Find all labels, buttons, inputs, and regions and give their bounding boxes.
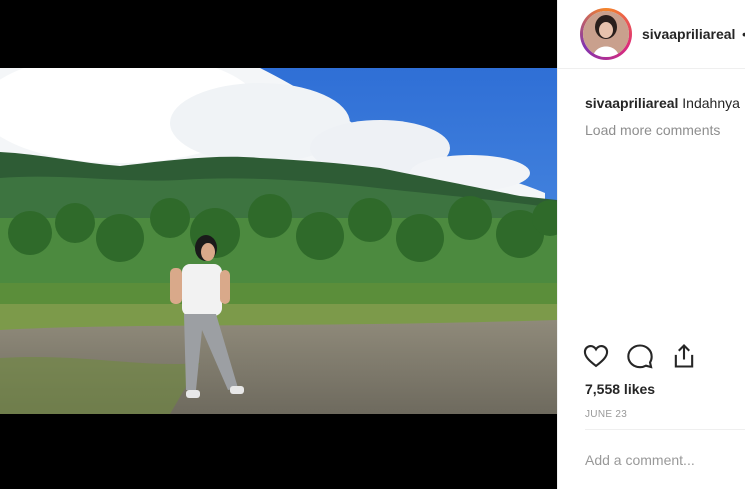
post-media[interactable] <box>0 0 557 489</box>
caption-username[interactable]: sivaapriliareal <box>585 95 678 111</box>
post-photo <box>0 68 557 414</box>
post-date[interactable]: JUNE 23 <box>585 409 627 420</box>
post-sidebar: sivaapriliareal • sivaapriliareal Indahn… <box>557 0 745 489</box>
heart-icon[interactable] <box>582 342 612 372</box>
add-comment-input[interactable]: Add a comment... <box>585 452 695 468</box>
divider <box>585 429 745 430</box>
post-caption: sivaapriliareal Indahnya <box>585 95 745 111</box>
caption-text: Indahnya <box>682 95 740 111</box>
comment-icon[interactable] <box>626 342 656 372</box>
avatar-image <box>583 11 629 57</box>
likes-count[interactable]: 7,558 likes <box>585 381 655 397</box>
load-more-comments-link[interactable]: Load more comments <box>585 122 720 138</box>
avatar[interactable] <box>580 8 632 60</box>
post-username[interactable]: sivaapriliareal <box>642 26 735 42</box>
share-icon[interactable] <box>670 342 700 372</box>
post-header: sivaapriliareal • <box>558 0 745 69</box>
